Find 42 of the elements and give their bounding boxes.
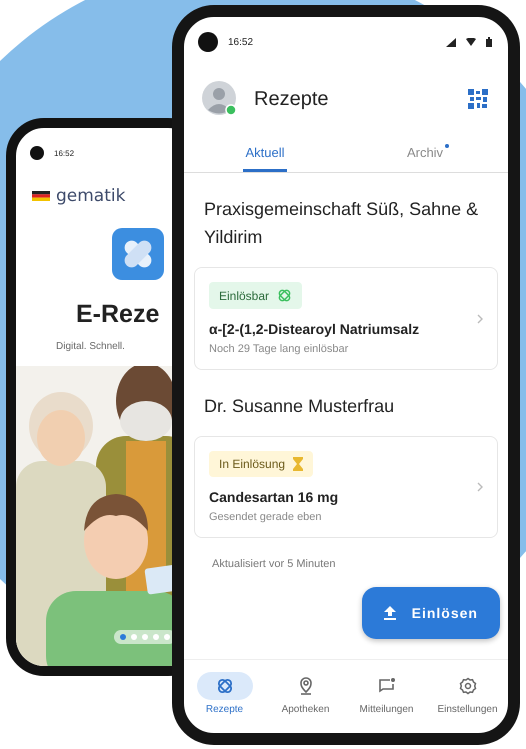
app-icon — [112, 228, 164, 280]
medication-name: α-[2-(1,2-Distearoyl Natriumsalz — [209, 321, 420, 337]
prescriber-heading: Praxisgemeinschaft Süß, Sahne & Yildirim — [203, 198, 480, 249]
flag-icon — [32, 191, 50, 201]
app-title: E-Reze — [76, 300, 160, 329]
status-badge: Einlösbar — [209, 282, 302, 309]
hourglass-icon — [293, 457, 304, 471]
prescriber-heading: Dr. Susanne Musterfrau — [203, 395, 396, 418]
nav-tab[interactable]: Rezepte — [184, 672, 265, 715]
prescription-card[interactable]: In Einlösung Candesartan 16 mg Gesendet gerade eben — [194, 436, 498, 538]
prescription-detail: Noch 29 Tage lang einlösbar — [209, 343, 348, 355]
medication-name: Candesartan 16 mg — [209, 489, 338, 505]
avatar[interactable] — [202, 81, 238, 117]
nav-tab[interactable]: Apotheken — [265, 672, 346, 715]
redeem-button[interactable]: Einlösen — [362, 587, 500, 639]
prescription-detail: Gesendet gerade eben — [209, 511, 322, 523]
status-badge: In Einlösung — [209, 451, 314, 477]
tab[interactable]: Aktuell — [243, 137, 287, 172]
camera-icon — [30, 146, 44, 160]
chevron-right-icon — [477, 314, 483, 324]
chat-icon — [378, 677, 396, 695]
wifi-icon — [466, 38, 476, 46]
status-time: 16:52 — [54, 148, 74, 158]
battery-icon — [486, 37, 492, 47]
chevron-right-icon — [477, 482, 483, 492]
prescription-card[interactable]: Einlösbar α-[2-(1,2-Distearoyl Natriumsalz Noch 29 Tage lang einlösbar — [194, 267, 498, 370]
location-pin-icon — [298, 677, 314, 695]
nav-tab[interactable]: Mitteilungen — [346, 672, 427, 715]
pill-icon — [277, 288, 292, 303]
screen-title: Rezepte — [254, 88, 330, 110]
brand-logo-text: gematik — [56, 186, 126, 206]
tagline: Digital. Schnell. — [56, 341, 126, 352]
last-updated-text: Aktualisiert vor 5 Minuten — [211, 557, 336, 570]
signal-icon — [446, 38, 456, 46]
qr-code-icon[interactable] — [468, 89, 488, 109]
upload-icon — [384, 606, 396, 620]
camera-icon — [198, 32, 218, 52]
status-time: 16:52 — [228, 36, 254, 48]
nav-tab[interactable]: Einstellungen — [427, 672, 508, 715]
settings-icon — [458, 677, 476, 695]
pill-icon — [216, 677, 234, 695]
tab[interactable]: Archiv — [404, 137, 446, 172]
